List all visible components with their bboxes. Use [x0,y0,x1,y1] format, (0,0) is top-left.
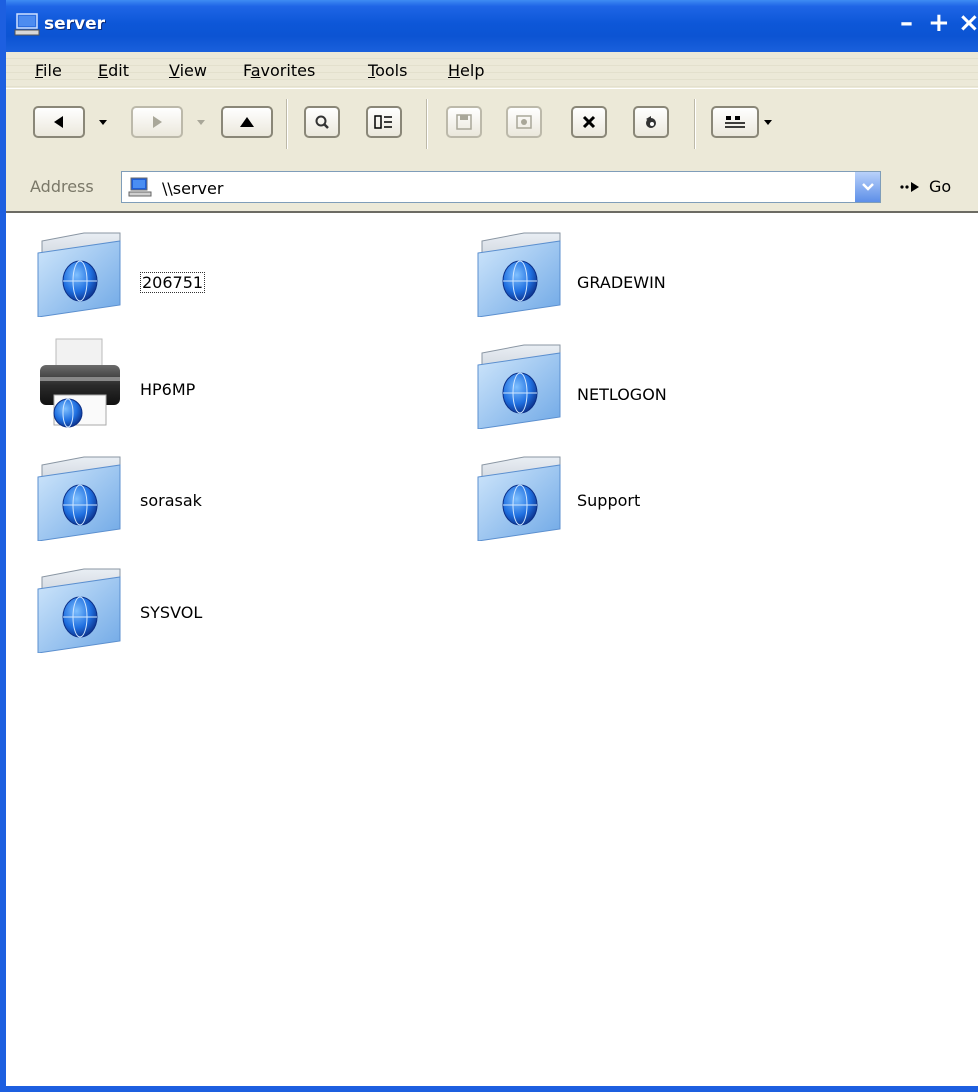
share-item-netlogon[interactable]: NETLOGON [474,337,774,437]
shared-folder-icon [37,568,121,653]
menu-tools-rest: ools [375,61,408,80]
go-button[interactable]: Go [900,175,976,201]
search-icon [315,115,329,129]
address-value: \\server [162,179,224,198]
forward-arrow-icon [153,116,162,128]
go-label: Go [929,177,952,196]
menu-edit-key: E [98,61,109,80]
folders-button[interactable] [366,106,402,138]
views-button[interactable] [711,106,759,138]
window-title: server [44,14,106,34]
floppy-disk-icon [456,114,472,130]
menu-view[interactable]: View [169,61,207,80]
share-item-sysvol[interactable]: SYSVOL [34,561,334,661]
menu-help-key: H [448,61,461,80]
menu-help[interactable]: Help [448,61,484,80]
item-label: 206751 [140,272,206,293]
menu-favorites[interactable]: Favorites [243,61,315,80]
forward-button[interactable] [131,106,183,138]
menu-file-key: F [35,61,44,80]
shared-folder-icon [37,456,121,541]
toolbar-separator [286,99,288,149]
move-to-button[interactable] [506,106,542,138]
undo-icon [646,116,656,128]
address-label: Address [30,177,94,196]
menu-edit[interactable]: Edit [98,61,129,80]
forward-dropdown-arrow[interactable] [197,120,205,125]
menu-favorites-key: a [250,61,261,80]
item-label: HP6MP [140,380,196,399]
menu-favorites-rest: vorites [260,61,316,80]
address-input[interactable]: \\server [121,171,881,203]
shared-folder-icon [477,456,561,541]
file-list: 206751 GRADEWIN HP6MP NETLOGON sorasak S… [6,213,978,1086]
menu-bar: File Edit View Favorites Tools Help [6,52,978,89]
delete-x-icon [582,115,596,129]
delete-button[interactable] [571,106,607,138]
views-dropdown-arrow[interactable] [764,120,772,125]
computer-icon [128,177,152,197]
menu-tools[interactable]: Tools [368,61,407,80]
item-label: NETLOGON [577,385,667,404]
up-button[interactable] [221,106,273,138]
menu-edit-rest: dit [108,61,129,80]
menu-view-rest: iew [179,61,207,80]
title-bar[interactable]: server – + × [6,0,978,52]
menu-favorites-pre: F [243,61,251,80]
shared-folder-icon [477,344,561,429]
share-item-gradewin[interactable]: GRADEWIN [474,225,774,325]
item-label: sorasak [140,491,202,510]
back-arrow-icon [54,116,63,128]
menu-file[interactable]: File [35,61,62,80]
up-arrow-icon [240,117,254,127]
back-dropdown-arrow[interactable] [99,120,107,125]
minimize-button[interactable]: – [900,10,913,36]
toolbar-separator [694,99,696,149]
back-button[interactable] [33,106,85,138]
maximize-button[interactable]: + [928,10,950,36]
address-dropdown-button[interactable] [854,172,880,202]
folders-icon [374,115,392,129]
printer-item-hp6mp[interactable]: HP6MP [34,337,334,437]
shared-folder-icon [477,232,561,317]
share-item-206751[interactable]: 206751 [34,225,334,325]
computer-icon [14,13,40,36]
toolbar [6,89,978,164]
share-item-support[interactable]: Support [474,449,774,549]
search-button[interactable] [304,106,340,138]
menu-view-key: V [169,61,180,80]
toolbar-separator [426,99,428,149]
undo-button[interactable] [633,106,669,138]
menu-tools-key: T [368,61,376,80]
menu-help-rest: elp [460,61,485,80]
explorer-window: server – + × File Edit View Favorites To… [0,0,978,1092]
go-arrow-icon [900,182,919,192]
chevron-down-icon [861,183,874,191]
item-label: GRADEWIN [577,273,666,292]
menu-file-rest: ile [43,61,62,80]
share-item-sorasak[interactable]: sorasak [34,449,334,549]
move-to-icon [516,115,532,129]
network-printer-icon [40,338,120,428]
shared-folder-icon [37,232,121,317]
item-label: Support [577,491,641,510]
item-label: SYSVOL [140,603,203,622]
save-button[interactable] [446,106,482,138]
views-icon [725,116,745,128]
address-bar: Address \\server Go [6,163,978,213]
close-button[interactable]: × [958,10,978,36]
